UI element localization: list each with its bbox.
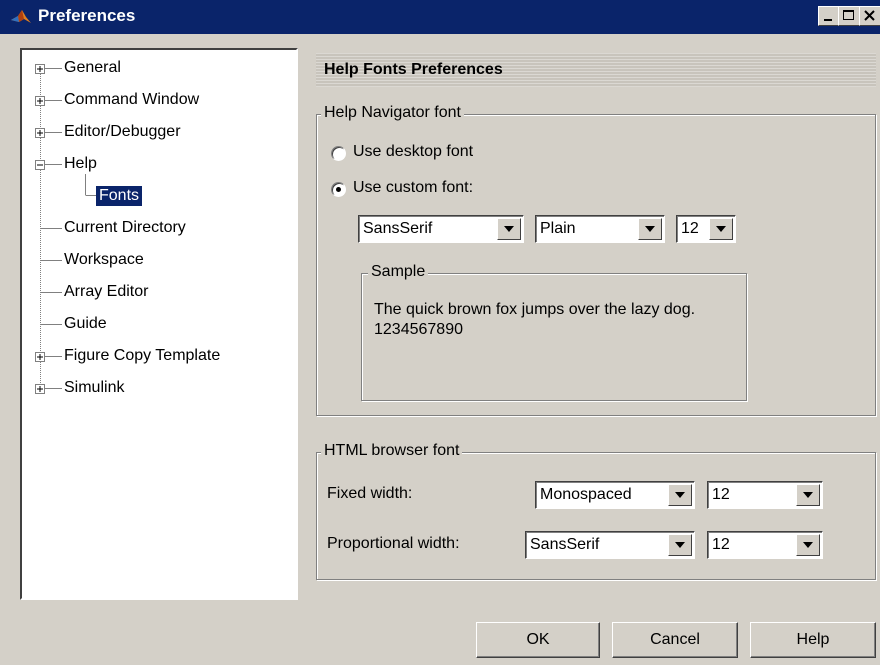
ok-button[interactable]: OK: [476, 622, 600, 658]
sample-legend: Sample: [368, 263, 429, 281]
panel-header: Help Fonts Preferences: [316, 53, 876, 87]
sample-group: Sample The quick brown fox jumps over th…: [361, 263, 747, 401]
fixed-width-size-select[interactable]: 12: [707, 481, 823, 509]
tree-item-fonts[interactable]: Fonts: [96, 186, 143, 206]
custom-font-label: Use custom font:: [353, 179, 474, 196]
help-navigator-legend: Help Navigator font: [321, 104, 464, 122]
navigator-font-name-value: SansSerif: [363, 220, 433, 237]
tree-item-figure-copy-template[interactable]: Figure Copy Template: [64, 346, 220, 366]
window-title: Preferences: [38, 6, 136, 25]
chevron-down-icon[interactable]: [638, 218, 662, 240]
chevron-down-icon[interactable]: [796, 484, 820, 506]
help-button[interactable]: Help: [750, 622, 876, 658]
chevron-down-icon[interactable]: [796, 534, 820, 556]
expand-plus-icon[interactable]: [35, 64, 45, 74]
html-browser-legend: HTML browser font: [321, 442, 463, 460]
proportional-width-font-select[interactable]: SansSerif: [525, 531, 695, 559]
close-button[interactable]: [859, 6, 880, 26]
minimize-button[interactable]: [818, 6, 840, 26]
html-browser-font-group: HTML browser font Fixed width: Monospace…: [316, 442, 876, 580]
proportional-width-size-value: 12: [712, 536, 730, 553]
navigator-font-style-value: Plain: [540, 220, 576, 237]
collapse-minus-icon[interactable]: [35, 160, 45, 170]
fixed-width-font-value: Monospaced: [540, 486, 632, 503]
navigator-font-style-select[interactable]: Plain: [535, 215, 665, 243]
matlab-logo-icon: [10, 7, 32, 27]
chevron-down-icon[interactable]: [709, 218, 733, 240]
tree-item-array-editor[interactable]: Array Editor: [64, 282, 148, 302]
fixed-width-font-select[interactable]: Monospaced: [535, 481, 695, 509]
navigator-font-name-select[interactable]: SansSerif: [358, 215, 524, 243]
tree-item-simulink[interactable]: Simulink: [64, 378, 124, 398]
expand-plus-icon[interactable]: [35, 128, 45, 138]
proportional-width-size-select[interactable]: 12: [707, 531, 823, 559]
sample-text: The quick brown fox jumps over the lazy …: [374, 301, 696, 338]
tree-item-editor-debugger[interactable]: Editor/Debugger: [64, 122, 181, 142]
title-bar[interactable]: Preferences: [0, 0, 880, 34]
fixed-width-label: Fixed width:: [327, 485, 413, 502]
navigator-font-size-value: 12: [681, 220, 699, 237]
maximize-button[interactable]: [838, 6, 860, 26]
tree-item-workspace[interactable]: Workspace: [64, 250, 144, 270]
custom-font-radio[interactable]: [331, 182, 346, 197]
desktop-font-label: Use desktop font: [353, 143, 474, 160]
tree-item-guide[interactable]: Guide: [64, 314, 107, 334]
expand-plus-icon[interactable]: [35, 96, 45, 106]
preferences-window: Preferences General Command Window Edito…: [0, 0, 880, 665]
expand-plus-icon[interactable]: [35, 352, 45, 362]
chevron-down-icon[interactable]: [668, 534, 692, 556]
proportional-width-label: Proportional width:: [327, 535, 460, 552]
tree-item-help[interactable]: Help: [64, 154, 97, 174]
help-navigator-font-group: Help Navigator font Use desktop font Use…: [316, 104, 876, 416]
chevron-down-icon[interactable]: [497, 218, 521, 240]
fixed-width-size-value: 12: [712, 486, 730, 503]
navigator-font-size-select[interactable]: 12: [676, 215, 736, 243]
tree-item-general[interactable]: General: [64, 58, 121, 78]
tree-item-command-window[interactable]: Command Window: [64, 90, 199, 110]
panel-title: Help Fonts Preferences: [324, 61, 503, 78]
desktop-font-radio[interactable]: [331, 146, 346, 161]
tree-item-current-directory[interactable]: Current Directory: [64, 218, 186, 238]
preferences-tree[interactable]: General Command Window Editor/Debugger H…: [20, 48, 298, 600]
expand-plus-icon[interactable]: [35, 384, 45, 394]
cancel-button[interactable]: Cancel: [612, 622, 738, 658]
proportional-width-font-value: SansSerif: [530, 536, 600, 553]
chevron-down-icon[interactable]: [668, 484, 692, 506]
